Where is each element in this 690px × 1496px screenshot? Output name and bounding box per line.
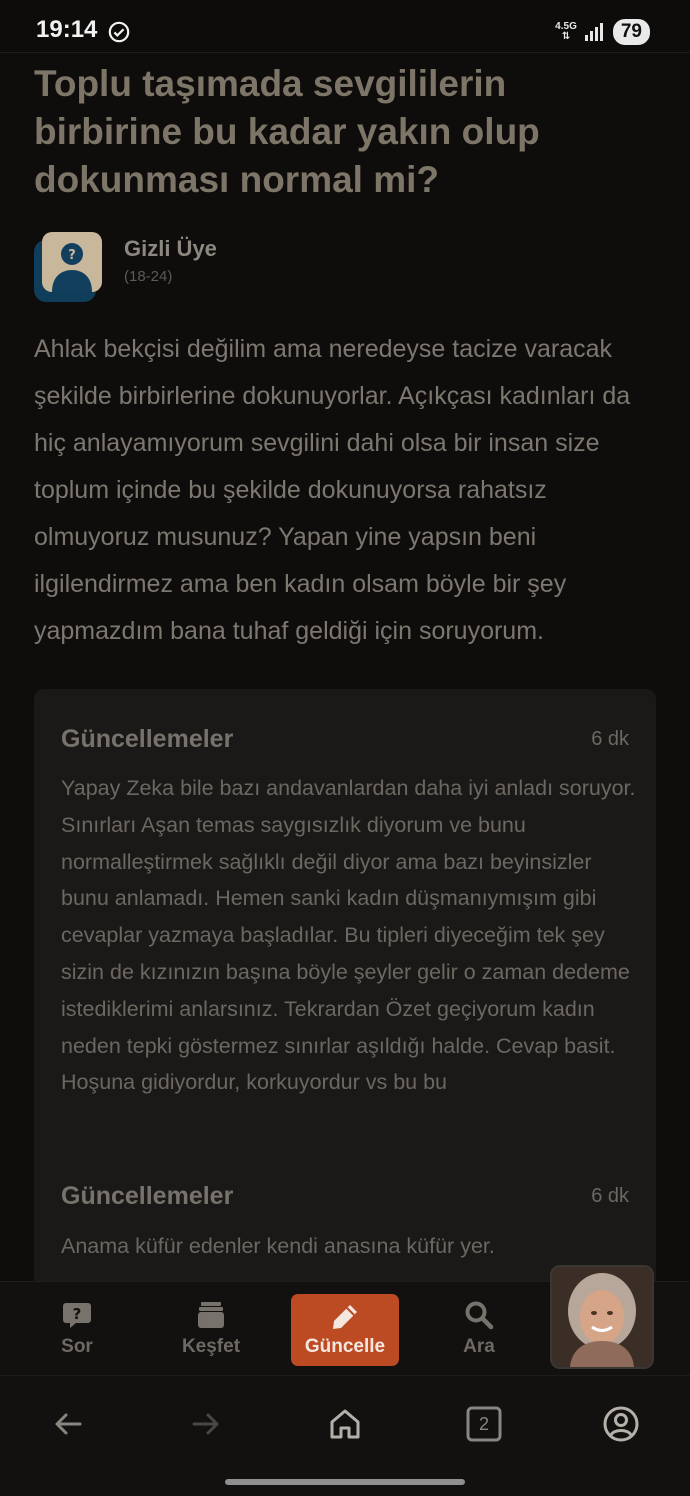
- anonymous-user-icon: ?: [42, 232, 102, 292]
- author-age: (18-24): [124, 268, 173, 285]
- divider: [0, 52, 690, 53]
- nav-sor[interactable]: ? Sor: [47, 1282, 107, 1376]
- author-name[interactable]: Gizli Üye: [124, 236, 217, 262]
- battery-indicator: 79: [612, 19, 650, 45]
- nav-kesfet[interactable]: Keşfet: [171, 1282, 251, 1376]
- tabs-button[interactable]: 2: [464, 1404, 504, 1444]
- home-indicator[interactable]: [225, 1479, 465, 1485]
- avatar[interactable]: ?: [34, 232, 104, 302]
- portrait-image: [552, 1267, 652, 1367]
- question-title: Toplu taşımada sevgililerin birbirine bu…: [34, 63, 540, 200]
- check-circle-icon: [108, 21, 130, 43]
- profile-icon[interactable]: [601, 1404, 641, 1444]
- status-time: 19:14: [36, 16, 98, 43]
- question-bubble-icon: ?: [63, 1303, 91, 1328]
- forward-arrow-icon[interactable]: [186, 1404, 226, 1444]
- update-heading: Güncellemeler: [61, 725, 234, 753]
- update-time: 6 dk: [591, 1185, 629, 1207]
- question-body: Ahlak bekçisi değilim ama neredeyse taci…: [34, 335, 631, 645]
- status-bar: 19:14 4.5G ⇅ 79: [0, 0, 690, 52]
- author-block[interactable]: ? Gizli Üye (18-24): [34, 232, 434, 302]
- network-type: 4.5G ⇅: [555, 21, 577, 42]
- pencil-icon: [333, 1305, 357, 1329]
- nav-guncelle[interactable]: Güncelle: [291, 1294, 399, 1366]
- update-heading: Güncellemeler: [61, 1182, 234, 1210]
- update-time: 6 dk: [591, 728, 629, 750]
- signal-icon: [584, 23, 603, 41]
- nav-ara[interactable]: Ara: [449, 1282, 509, 1376]
- cards-icon: [198, 1302, 224, 1328]
- update-text: Anama küfür edenler kendi anasına küfür …: [61, 1234, 495, 1258]
- back-arrow-icon[interactable]: [48, 1404, 88, 1444]
- home-icon[interactable]: [325, 1404, 365, 1444]
- updates-card: Güncellemeler 6 dk Yapay Zeka bile bazı …: [34, 689, 656, 1309]
- system-nav-bar: 2: [0, 1375, 690, 1496]
- update-text: Yapay Zeka bile bazı andavanlardan daha …: [61, 776, 636, 1095]
- svg-text:?: ?: [68, 248, 76, 263]
- svg-text:?: ?: [73, 1305, 82, 1323]
- search-icon: [465, 1301, 494, 1330]
- tabs-count: 2: [478, 1414, 489, 1434]
- assistant-avatar-button[interactable]: [550, 1265, 654, 1369]
